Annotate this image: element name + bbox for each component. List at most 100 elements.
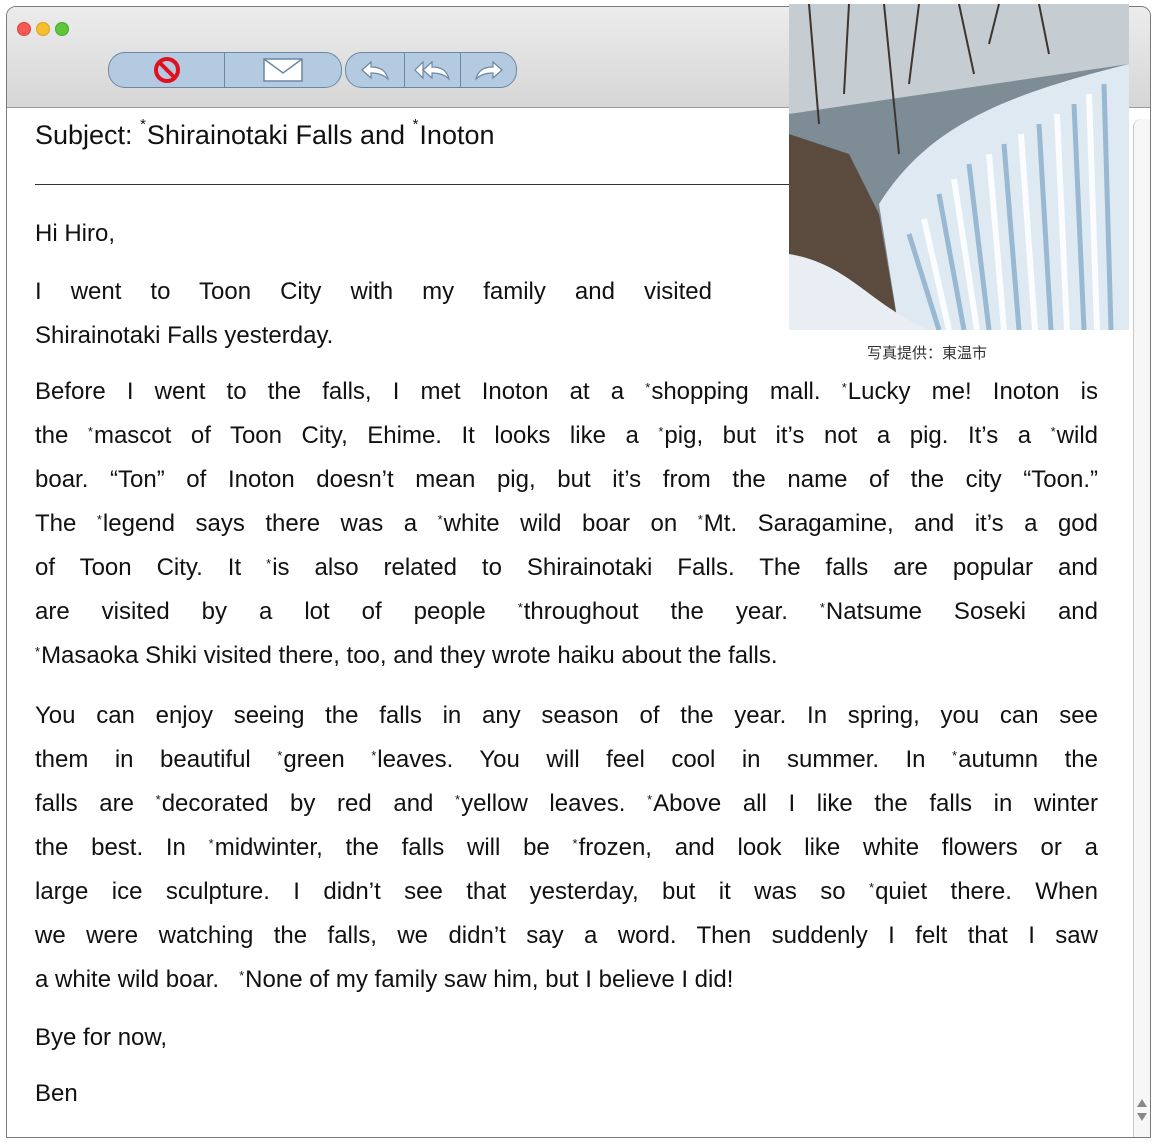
text-run: boar. “Ton” of Inoton doesn’t mean pig, …: [35, 466, 1098, 493]
zoom-window-button[interactable]: [55, 22, 69, 36]
reply-button[interactable]: [346, 53, 404, 87]
text-run: frozen, and look like white flowers or a: [578, 834, 1098, 861]
footnote-marker: *: [1050, 424, 1056, 439]
footnote-marker: *: [371, 748, 377, 763]
scroll-up-button[interactable]: [1135, 1097, 1149, 1109]
footnote-marker: *: [87, 424, 93, 439]
text-run: large ice sculpture. I didn’t see that y…: [35, 878, 870, 905]
greeting: Hi Hiro,: [35, 220, 116, 247]
scroll-down-button[interactable]: [1135, 1111, 1149, 1123]
text-run: falls are: [35, 790, 156, 817]
footnote-marker: *: [869, 880, 875, 895]
paragraph-line: large ice sculpture. I didn’t see that y…: [35, 870, 1098, 914]
photo-caption: 写真提供：東温市: [867, 344, 988, 362]
text-run: You can enjoy seeing the falls in any se…: [35, 702, 1098, 729]
subject-label: Subject:: [35, 120, 133, 150]
text-run: wild: [1056, 422, 1099, 449]
body-paragraph-2: You can enjoy seeing the falls in any se…: [35, 694, 1098, 1002]
reply-all-icon: [413, 60, 450, 81]
footnote-marker: *: [658, 424, 664, 439]
footnote-marker: *: [455, 792, 461, 807]
subject-text-2: Inoton: [419, 120, 495, 150]
block-button[interactable]: [109, 53, 224, 87]
paragraph-line: falls are *decorated by red and *yellow …: [35, 782, 1098, 826]
footnote-marker: *: [277, 748, 283, 763]
footnote-marker: *: [155, 792, 161, 807]
text-run: shopping mall.: [651, 378, 842, 405]
vertical-scrollbar[interactable]: [1133, 119, 1150, 1137]
text-run: pig, but it’s not a pig. It’s a: [664, 422, 1051, 449]
text-run: The: [35, 510, 97, 537]
text-run: the best. In: [35, 834, 209, 861]
signature: Ben: [35, 1080, 78, 1107]
mail-icon: [263, 58, 303, 82]
close-window-button[interactable]: [17, 22, 31, 36]
text-run: mascot of Toon City, Ehime. It looks lik…: [93, 422, 659, 449]
reply-all-button[interactable]: [405, 53, 460, 87]
intro-line-1: I went to Toon City with my family and v…: [35, 278, 712, 305]
paragraph-line: a white wild boar. *None of my family sa…: [35, 958, 1098, 1002]
footnote-marker: *: [841, 380, 847, 395]
text-run: them in beautiful: [35, 746, 278, 773]
paragraph-line: the *mascot of Toon City, Ehime. It look…: [35, 414, 1098, 458]
paragraph-line: are visited by a lot of people *througho…: [35, 590, 1098, 634]
text-run: autumn the: [958, 746, 1098, 773]
mail-button[interactable]: [225, 53, 341, 87]
footnote-marker: *: [266, 556, 272, 571]
text-run: Lucky me! Inoton is: [847, 378, 1098, 405]
paragraph-line: them in beautiful *green *leaves. You wi…: [35, 738, 1098, 782]
text-run: are visited by a lot of people: [35, 598, 518, 625]
reply-icon: [361, 60, 390, 81]
intro-line-2: Shirainotaki Falls yesterday.: [35, 322, 334, 349]
paragraph-line: the best. In *midwinter, the falls will …: [35, 826, 1098, 870]
footnote-marker: *: [96, 512, 102, 527]
block-icon: [153, 57, 180, 83]
waterfall-photo: [789, 4, 1129, 330]
frozen-waterfall-image: [789, 4, 1129, 330]
text-run: a white wild boar.: [35, 966, 240, 993]
footnote-marker: *: [35, 644, 41, 659]
text-run: yellow leaves.: [461, 790, 648, 817]
paragraph-line: *Masaoka Shiki visited there, too, and t…: [35, 634, 1098, 678]
paragraph-line: You can enjoy seeing the falls in any se…: [35, 694, 1098, 738]
text-run: Before I went to the falls, I met Inoton…: [35, 378, 646, 405]
toolbar-group-reply: [345, 52, 517, 88]
text-run: throughout the year.: [523, 598, 820, 625]
forward-button[interactable]: [461, 53, 516, 87]
text-run: we were watching the falls, we didn’t sa…: [35, 922, 1098, 949]
text-run: Mt. Saragamine, and it’s a god: [703, 510, 1098, 537]
text-run: green: [283, 746, 372, 773]
closing: Bye for now,: [35, 1024, 168, 1051]
toolbar-group-primary: [108, 52, 342, 88]
footnote-marker: *: [572, 836, 578, 851]
chevron-down-icon: [1137, 1113, 1147, 1121]
chevron-up-icon: [1137, 1099, 1147, 1107]
text-run: of Toon City. It: [35, 554, 267, 581]
text-run: decorated by red and: [161, 790, 456, 817]
footnote-marker: *: [208, 836, 214, 851]
footnote-marker: *: [952, 748, 958, 763]
footnote-marker: *: [819, 600, 825, 615]
text-run: Above all I like the falls in winter: [653, 790, 1099, 817]
text-run: white wild boar on: [443, 510, 698, 537]
footnote-marker: *: [645, 380, 651, 395]
minimize-window-button[interactable]: [36, 22, 50, 36]
footnote-marker: *: [647, 792, 653, 807]
footnote-marker: *: [437, 512, 443, 527]
text-run: legend says there was a: [102, 510, 438, 537]
text-run: leaves. You will feel cool in summer. In: [377, 746, 953, 773]
footnote-marker: *: [239, 968, 245, 983]
text-run: quiet there. When: [875, 878, 1098, 905]
paragraph-line: boar. “Ton” of Inoton doesn’t mean pig, …: [35, 458, 1098, 502]
paragraph-line: we were watching the falls, we didn’t sa…: [35, 914, 1098, 958]
paragraph-line: Before I went to the falls, I met Inoton…: [35, 370, 1098, 414]
subject-divider: [35, 184, 789, 185]
subject-text: Shirainotaki Falls and: [146, 120, 406, 150]
text-run: midwinter, the falls will be: [214, 834, 573, 861]
forward-icon: [474, 60, 503, 81]
footnote-marker: *: [517, 600, 523, 615]
text-run: is also related to Shirainotaki Falls. T…: [272, 554, 1098, 581]
text-run: Masaoka Shiki visited there, too, and th…: [41, 642, 778, 669]
subject-line: Subject: *Shirainotaki Falls and *Inoton: [35, 116, 495, 150]
body-paragraph-1: Before I went to the falls, I met Inoton…: [35, 370, 1098, 678]
